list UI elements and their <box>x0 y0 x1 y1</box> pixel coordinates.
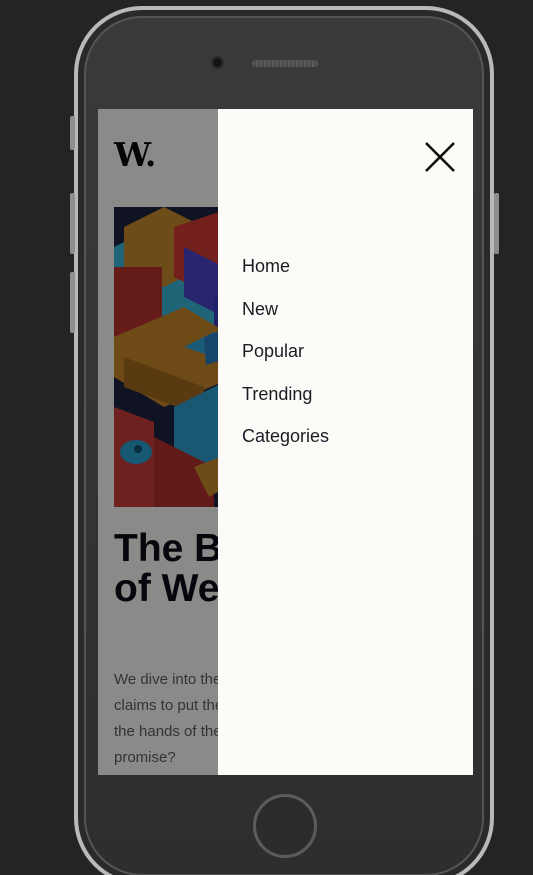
nav-item-popular[interactable]: Popular <box>242 340 329 383</box>
close-icon <box>425 142 455 172</box>
close-menu-button[interactable] <box>423 140 457 174</box>
nav-item-categories[interactable]: Categories <box>242 425 329 468</box>
nav-menu: Home New Popular Trending Categories <box>242 255 329 468</box>
power-button <box>494 193 499 254</box>
preview-canvas: W. The of Web We dive into the claims to… <box>0 0 533 875</box>
front-camera <box>213 58 222 67</box>
volume-up-button <box>70 193 75 254</box>
home-button[interactable] <box>253 794 317 858</box>
nav-item-home[interactable]: Home <box>242 255 329 298</box>
mute-switch <box>70 116 75 150</box>
phone-screen: W. The of Web We dive into the claims to… <box>98 109 473 775</box>
volume-down-button <box>70 272 75 333</box>
earpiece-speaker <box>252 60 318 67</box>
nav-item-trending[interactable]: Trending <box>242 383 329 426</box>
nav-item-new[interactable]: New <box>242 298 329 341</box>
navigation-drawer: Home New Popular Trending Categories <box>218 109 473 775</box>
